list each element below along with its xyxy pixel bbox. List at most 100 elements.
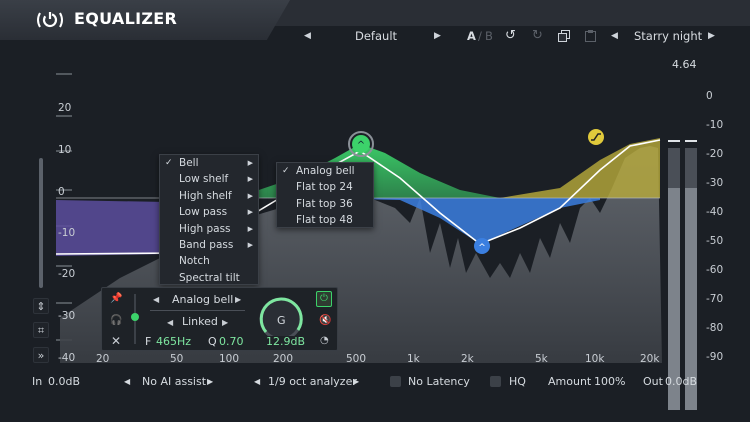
- header: EQUALIZER ◀ Default ▶ A / B ↺ ↻ ◀ Starry…: [0, 0, 750, 48]
- freq-label: 20k: [640, 353, 660, 365]
- output-meter-right: [685, 140, 697, 410]
- app-title: EQUALIZER: [74, 9, 178, 28]
- db-label: 10: [58, 144, 72, 156]
- meter-db-label: -50: [706, 235, 724, 247]
- shape-next-icon[interactable]: ▶: [235, 295, 241, 304]
- headphones-icon[interactable]: 🎧: [110, 315, 122, 326]
- amount-value[interactable]: 100%: [594, 375, 625, 388]
- dynamic-gauge-icon[interactable]: ◔: [320, 335, 329, 346]
- analyzer-selector[interactable]: 1/9 oct analyzer: [268, 375, 357, 388]
- power-logo-icon[interactable]: [36, 9, 64, 31]
- stereo-next-icon[interactable]: ▶: [222, 318, 228, 327]
- ai-assist-next-icon[interactable]: ▶: [207, 377, 213, 386]
- analyzer-next-icon[interactable]: ▶: [353, 377, 359, 386]
- submenu-arrow-icon: ▶: [247, 191, 253, 200]
- bottom-bar: In 0.0dB ◀ No AI assist ▶ ◀ 1/9 oct anal…: [0, 372, 750, 392]
- band-node-yellow[interactable]: [588, 129, 604, 145]
- menu-item-notch[interactable]: Notch: [160, 253, 258, 269]
- no-latency-checkbox[interactable]: [390, 376, 401, 387]
- freq-label: 2k: [461, 353, 474, 365]
- menu-item-flat-top-24[interactable]: Flat top 24: [277, 179, 373, 195]
- copy-icon[interactable]: [558, 30, 570, 46]
- band-power-icon[interactable]: ⏻: [316, 291, 332, 307]
- expand-icon[interactable]: »: [33, 347, 49, 363]
- preset-prev-icon[interactable]: ◀: [304, 28, 311, 44]
- db-label: 0: [58, 186, 65, 198]
- hq-label: HQ: [509, 375, 526, 388]
- bell-shape-submenu: ✓ Analog bell Flat top 24 Flat top 36 Fla…: [276, 162, 374, 228]
- db-label: -30: [58, 310, 76, 322]
- ai-assist-prev-icon[interactable]: ◀: [124, 377, 130, 386]
- meter-db-label: -20: [706, 148, 724, 160]
- menu-item-bell[interactable]: ✓ Bell ▶: [160, 155, 258, 171]
- db-label: 20: [58, 102, 72, 114]
- menu-item-spectral-tilt[interactable]: Spectral tilt: [160, 270, 258, 286]
- freq-label: 20: [96, 353, 110, 365]
- no-latency-label: No Latency: [408, 375, 470, 388]
- ai-assist-selector[interactable]: No AI assist: [142, 375, 206, 388]
- filter-type-menu: ✓ Bell ▶ Low shelf ▶ High shelf ▶ Low pass ▶ …: [159, 154, 259, 285]
- preset-next-icon[interactable]: ▶: [434, 28, 441, 44]
- menu-item-high-shelf[interactable]: High shelf ▶: [160, 188, 258, 204]
- band-node-green-glyph: ^: [357, 140, 365, 151]
- band-node-green[interactable]: ^: [348, 131, 374, 157]
- submenu-arrow-icon: ▶: [247, 208, 253, 217]
- ab-separator: /: [478, 29, 482, 43]
- band-control-panel: 📌 🎧 ✕ ◀ Analog bell ▶ ◀ Linked ▶ F 465Hz…: [101, 287, 338, 351]
- amount-label: Amount: [548, 375, 592, 388]
- shape-prev-icon[interactable]: ◀: [153, 295, 159, 304]
- q-label: Q: [208, 335, 217, 348]
- meter-db-label: -10: [706, 119, 724, 131]
- band-node-blue[interactable]: ^: [474, 238, 490, 254]
- db-label: -10: [58, 227, 76, 239]
- menu-item-high-pass[interactable]: High pass ▶: [160, 221, 258, 237]
- mute-icon[interactable]: 🔇: [319, 315, 331, 326]
- band-solo-handle[interactable]: [131, 313, 139, 321]
- band-node-blue-glyph: ^: [478, 243, 486, 253]
- menu-item-flat-top-36[interactable]: Flat top 36: [277, 196, 373, 212]
- input-gain-slider[interactable]: [39, 158, 43, 288]
- shape-selector[interactable]: Analog bell: [172, 293, 233, 306]
- stereo-selector[interactable]: Linked: [182, 315, 218, 328]
- menu-item-analog-bell[interactable]: ✓ Analog bell: [277, 163, 373, 179]
- undo-icon[interactable]: ↺: [505, 28, 516, 44]
- q-value[interactable]: 0.70: [219, 335, 244, 348]
- hq-checkbox[interactable]: [490, 376, 501, 387]
- freq-value[interactable]: 465Hz: [156, 335, 191, 348]
- paste-icon[interactable]: [585, 30, 596, 46]
- meter-db-label: -90: [706, 351, 724, 363]
- fit-vertical-icon[interactable]: ⇕: [33, 298, 49, 314]
- menu-item-low-pass[interactable]: Low pass ▶: [160, 204, 258, 220]
- check-icon: ✓: [282, 166, 290, 176]
- stereo-prev-icon[interactable]: ◀: [167, 318, 173, 327]
- theme-next-icon[interactable]: ▶: [708, 28, 715, 44]
- menu-item-band-pass[interactable]: Band pass ▶: [160, 237, 258, 253]
- freq-label: 50: [170, 353, 184, 365]
- pin-icon[interactable]: 📌: [110, 293, 122, 304]
- db-label: -40: [58, 352, 76, 364]
- ab-a-button[interactable]: A: [467, 28, 476, 44]
- db-label: -20: [58, 268, 76, 280]
- theme-name[interactable]: Starry night: [634, 28, 702, 44]
- redo-icon[interactable]: ↻: [532, 28, 543, 44]
- peak-readout: 4.64: [672, 58, 697, 71]
- gain-value[interactable]: 12.9dB: [266, 335, 305, 348]
- input-value[interactable]: 0.0dB: [48, 375, 80, 388]
- freq-label: 500: [346, 353, 367, 365]
- input-label: In: [32, 375, 43, 388]
- output-value[interactable]: 0.0dB: [665, 375, 697, 388]
- crop-icon[interactable]: ⌗: [33, 322, 49, 338]
- close-icon[interactable]: ✕: [111, 334, 121, 348]
- submenu-arrow-icon: ▶: [247, 240, 253, 249]
- ab-b-button[interactable]: B: [485, 28, 493, 44]
- menu-item-low-shelf[interactable]: Low shelf ▶: [160, 171, 258, 187]
- analyzer-prev-icon[interactable]: ◀: [254, 377, 260, 386]
- meter-db-label: -60: [706, 264, 724, 276]
- freq-label: F: [145, 335, 152, 348]
- theme-prev-icon[interactable]: ◀: [611, 28, 618, 44]
- output-meter-left: [668, 140, 680, 410]
- output-label: Out: [643, 375, 663, 388]
- meter-db-label: -40: [706, 206, 724, 218]
- menu-item-flat-top-48[interactable]: Flat top 48: [277, 212, 373, 228]
- preset-name[interactable]: Default: [355, 28, 397, 44]
